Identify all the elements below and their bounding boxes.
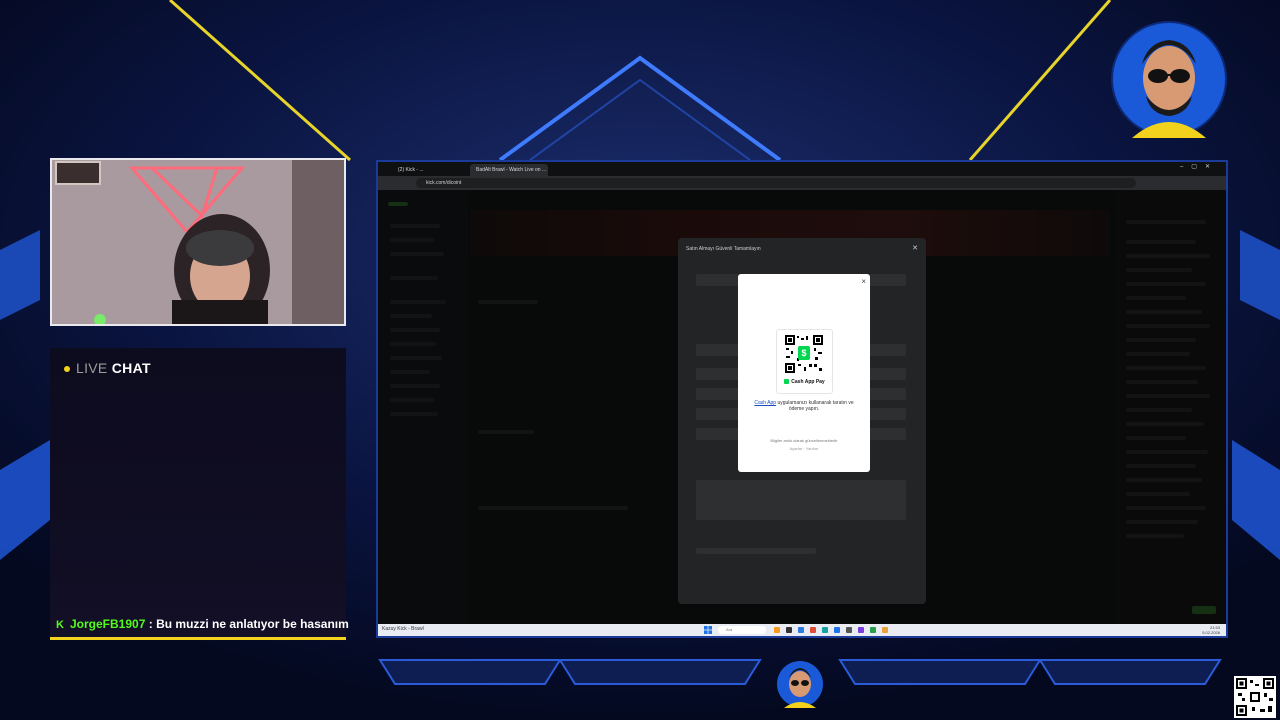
window-controls[interactable]: –▢✕	[1180, 163, 1218, 170]
cash-app-link[interactable]: Cash App	[754, 400, 776, 406]
dialog-row	[696, 548, 816, 554]
browser-tab-bar: (2) Kick - ... BadAlt Brawl - Watch Live…	[378, 162, 1226, 176]
live-dot-icon	[64, 366, 70, 373]
taskbar-app-icon[interactable]	[870, 627, 876, 633]
modal-footer-links[interactable]: Ayarlar · Yardım	[748, 446, 860, 451]
qr-caption: Cash App Pay	[777, 379, 832, 385]
minimize-icon[interactable]: –	[1180, 164, 1191, 170]
taskbar-clock[interactable]: 21:53 5.02.2026	[1202, 625, 1220, 635]
browser-tab-2[interactable]: BadAlt Brawl - Watch Live on ...	[470, 164, 548, 176]
taskbar-app-icon[interactable]	[834, 627, 840, 633]
chat-separator: :	[148, 617, 153, 631]
taskbar-app-icon[interactable]	[786, 627, 792, 633]
chat-username: JorgeFB1907	[70, 617, 146, 631]
taskbar-app-icon[interactable]	[810, 627, 816, 633]
cash-app-modal: × $ Cash App Pay Cash App uygulamanızı k…	[738, 274, 870, 472]
taskbar-search[interactable]: Ara	[718, 626, 766, 634]
taskbar-app-icon[interactable]	[858, 627, 864, 633]
modal-footer-note: Bilgiler anlık olarak güncellenmektedir	[770, 438, 838, 443]
clock-date: 5.02.2026	[1202, 630, 1220, 635]
tab-label: BadAlt Brawl - Watch Live on ...	[476, 167, 547, 173]
captured-screen: (2) Kick - ... BadAlt Brawl - Watch Live…	[376, 160, 1228, 638]
taskbar-app-icon[interactable]	[774, 627, 780, 633]
qr-code-icon: $	[784, 334, 824, 374]
tab-label: (2) Kick - ...	[398, 167, 424, 173]
maximize-icon[interactable]: ▢	[1191, 164, 1205, 170]
chat-label: CHAT	[111, 360, 151, 376]
webcam-feed	[50, 158, 346, 326]
taskbar-app-icon[interactable]	[882, 627, 888, 633]
qr-code-card: $ Cash App Pay	[776, 329, 833, 394]
chat-message: K JorgeFB1907 : Bu muzzi ne anlatıyor be …	[56, 617, 349, 631]
modal-instructions-text: uygulamanızı kullanarak taratın ve ödeme…	[776, 400, 854, 412]
cash-app-icon	[784, 379, 790, 385]
taskbar-app-label[interactable]: Kazuy Kick - Brawl	[382, 626, 424, 632]
kick-logo-icon: K	[56, 619, 64, 631]
kick-page: Satın Almayı Güvenli Tamamlayın ✕ × $ Ca…	[378, 190, 1226, 624]
webcam-scene	[52, 160, 344, 324]
qr-caption-text: Cash App Pay	[791, 379, 825, 385]
browser-toolbar: kick.com/dicoint	[378, 176, 1226, 190]
taskbar-app-icon[interactable]	[798, 627, 804, 633]
avatar-icon	[1111, 21, 1227, 138]
modal-instructions: Cash App uygulamanızı kullanarak taratın…	[748, 400, 860, 412]
dialog-title: Satın Almayı Güvenli Tamamlayın	[686, 246, 761, 252]
browser-tab-1[interactable]: (2) Kick - ...	[392, 164, 462, 176]
avatar-icon	[777, 661, 823, 708]
close-window-icon[interactable]: ✕	[1205, 164, 1218, 170]
chat-text: Bu muzzi ne anlatıyor be hasanım	[156, 617, 349, 631]
live-label: LIVE	[76, 360, 108, 376]
qr-code-icon	[1234, 676, 1276, 718]
windows-taskbar: Kazuy Kick - Brawl Ara 21:53 5.02.2026	[378, 624, 1226, 636]
dialog-row	[696, 480, 906, 520]
svg-text:$: $	[801, 348, 806, 358]
address-bar[interactable]: kick.com/dicoint	[416, 178, 1136, 188]
live-chat-title: LIVE CHAT	[64, 360, 151, 376]
dialog-close-icon[interactable]: ✕	[912, 244, 918, 252]
live-chat-panel: LIVE CHAT K JorgeFB1907 : Bu muzzi ne anl…	[50, 348, 349, 640]
close-icon[interactable]: ×	[861, 278, 866, 286]
taskbar-app-icon[interactable]	[846, 627, 852, 633]
taskbar-app-icon[interactable]	[822, 627, 828, 633]
windows-start-icon[interactable]	[704, 626, 712, 634]
